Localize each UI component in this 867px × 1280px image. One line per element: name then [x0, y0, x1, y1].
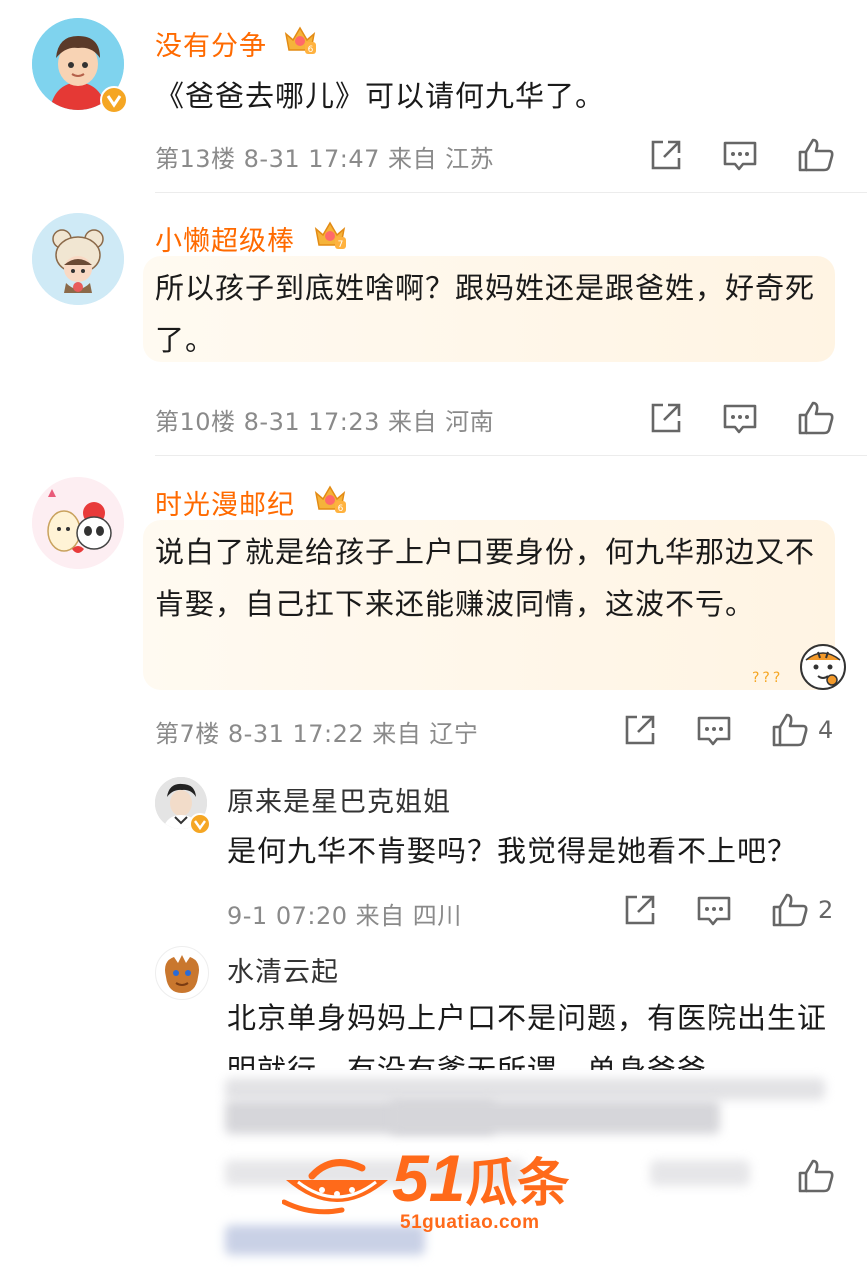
comment-username[interactable]: 小懒超级棒	[155, 219, 295, 258]
share-icon[interactable]	[620, 710, 660, 750]
watermark-brand-text: 瓜条	[465, 1154, 570, 1214]
comment-icon[interactable]	[694, 890, 734, 930]
watermark-brand-number: 51	[392, 1141, 466, 1215]
share-icon[interactable]	[646, 398, 686, 438]
avatar[interactable]	[32, 477, 124, 569]
svg-text:7: 7	[338, 240, 344, 250]
reply-text: 是何九华不肯娶吗？我觉得是她看不上吧？	[227, 834, 798, 868]
like-count: 4	[818, 716, 834, 744]
avatar[interactable]	[155, 946, 209, 1000]
svg-text:6: 6	[308, 45, 314, 55]
watermark-logo-icon	[281, 1146, 392, 1226]
watermark-brand: 51瓜条	[392, 1140, 569, 1216]
comment-username[interactable]: 没有分争	[155, 24, 267, 63]
reply-text-clip: 北京单身妈妈上户口不是问题，有医院出生证明就行，有没有爹无所谓，单身爸爸	[227, 992, 847, 1080]
reply-meta: 9-1 07:20 来自 四川	[227, 902, 462, 930]
comment-username[interactable]: 时光漫邮纪	[155, 483, 295, 522]
comment-text: 《爸爸去哪儿》可以请何九华了。	[155, 79, 606, 113]
comment-icon[interactable]	[694, 710, 734, 750]
reply-username[interactable]: 原来是星巴克姐姐	[227, 780, 451, 819]
comment-meta: 第13楼 8-31 17:47 来自 江苏	[155, 145, 495, 173]
like-icon[interactable]	[770, 890, 810, 930]
like-icon[interactable]	[796, 398, 836, 438]
comment-icon[interactable]	[720, 135, 760, 175]
verified-icon	[189, 813, 211, 835]
like-icon[interactable]	[796, 1156, 836, 1196]
comment-meta: 第7楼 8-31 17:22 来自 辽宁	[155, 720, 479, 748]
watermark-url: 51guatiao.com	[400, 1212, 540, 1233]
like-icon[interactable]	[770, 710, 810, 750]
sticker-question-marks: ???	[752, 670, 784, 686]
verified-icon	[100, 86, 128, 114]
share-icon[interactable]	[646, 135, 686, 175]
comment-icon[interactable]	[720, 398, 760, 438]
avatar[interactable]	[32, 213, 124, 305]
crown-badge-icon: 6	[283, 22, 317, 56]
crown-badge-icon: 6	[313, 481, 347, 515]
share-icon[interactable]	[620, 890, 660, 930]
like-icon[interactable]	[796, 135, 836, 175]
divider	[155, 192, 867, 193]
like-count: 2	[818, 896, 834, 924]
comment-meta: 第10楼 8-31 17:23 来自 河南	[155, 408, 495, 436]
reply-username[interactable]: 水清云起	[227, 950, 339, 989]
divider	[155, 455, 867, 456]
svg-text:6: 6	[338, 504, 344, 514]
tiger-sticker-icon	[798, 642, 848, 692]
comment-text: 所以孩子到底姓啥啊？跟妈姓还是跟爸姓，好奇死了。	[155, 271, 816, 357]
comment-text: 说白了就是给孩子上户口要身份，何九华那边又不肯娶，自己扛下来还能赚波同情，这波不…	[155, 535, 816, 621]
crown-badge-icon: 7	[313, 217, 347, 251]
reply-text: 北京单身妈妈上户口不是问题，有医院出生证明就行，有没有爹无所谓，单身爸爸	[227, 1001, 828, 1080]
